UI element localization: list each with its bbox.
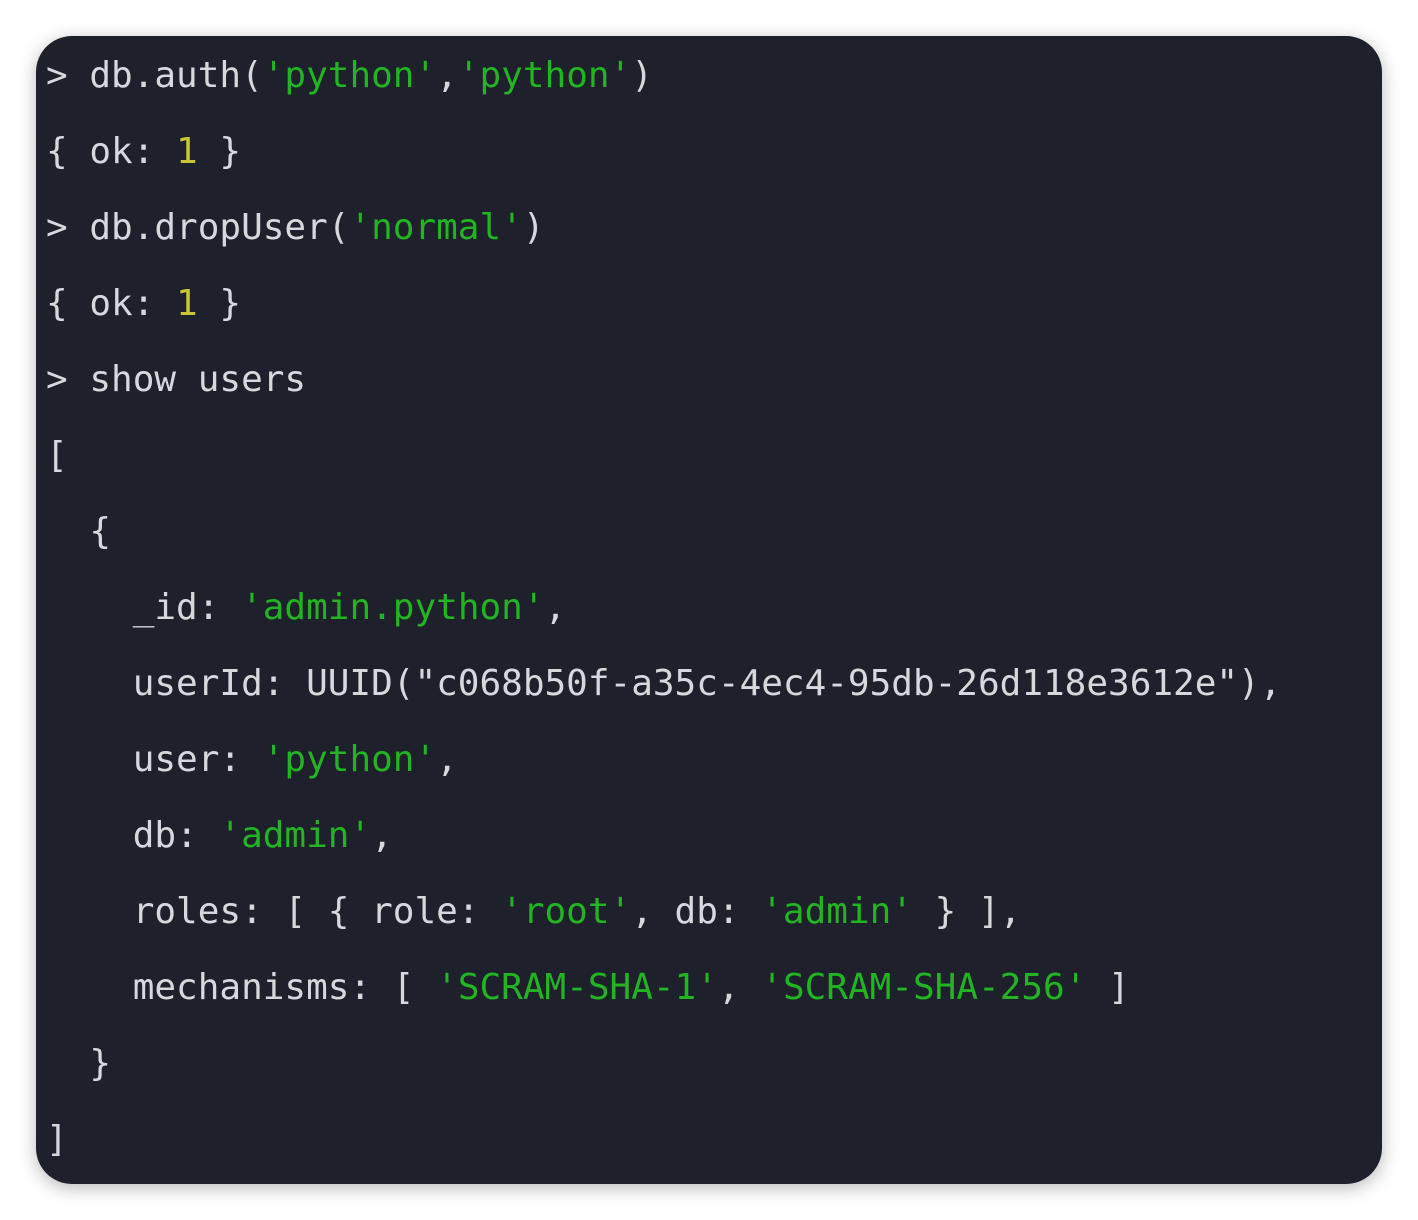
code-text: , xyxy=(544,587,567,628)
code-text: _id: xyxy=(46,587,242,628)
code-text: } xyxy=(46,1043,112,1084)
terminal-line: > db.dropUser('normal') xyxy=(46,190,545,266)
code-text: ] xyxy=(1086,967,1130,1008)
code-text: > show users xyxy=(46,359,307,400)
terminal-line: mechanisms: [ 'SCRAM-SHA-1', 'SCRAM-SHA-… xyxy=(46,950,1130,1026)
number-literal: 1 xyxy=(176,283,198,324)
code-text: userId: UUID("c068b50f-a35c-4ec4-95db-26… xyxy=(46,663,1282,704)
string-literal: 'admin' xyxy=(219,815,372,856)
code-text: , xyxy=(436,739,458,780)
code-text: , xyxy=(371,815,393,856)
terminal-line: user: 'python', xyxy=(46,722,458,798)
string-literal: 'python' xyxy=(262,55,437,96)
string-literal: 'admin.python' xyxy=(241,587,545,628)
terminal-line: > show users xyxy=(46,342,306,418)
terminal-line: > db.auth('python','python') xyxy=(46,38,653,114)
code-text: , db: xyxy=(631,891,762,932)
code-text: } ], xyxy=(912,891,1022,932)
string-literal: 'python' xyxy=(457,55,632,96)
terminal-window: > db.auth('python','python'){ ok: 1 } > d… xyxy=(36,36,1382,1184)
code-text: > db.dropUser( xyxy=(46,207,350,248)
code-text: ) xyxy=(631,55,653,96)
code-text: { ok: xyxy=(46,283,177,324)
string-literal: 'admin' xyxy=(761,891,913,932)
code-text: { xyxy=(46,511,112,552)
terminal-line: ] xyxy=(46,1102,68,1178)
code-text: user: xyxy=(46,739,263,780)
code-text: } xyxy=(197,131,242,172)
code-text: [ xyxy=(46,435,68,476)
string-literal: 'SCRAM-SHA-256' xyxy=(761,967,1087,1008)
terminal-line: db: 'admin', xyxy=(46,798,393,874)
string-literal: 'SCRAM-SHA-1' xyxy=(436,967,718,1008)
string-literal: 'normal' xyxy=(349,207,523,248)
code-text: ) xyxy=(522,207,545,248)
string-literal: 'python' xyxy=(262,739,437,780)
code-text: mechanisms: [ xyxy=(46,967,437,1008)
code-text: roles: [ { role: xyxy=(46,891,502,932)
terminal-line: [ xyxy=(46,418,68,494)
code-text: db: xyxy=(46,815,220,856)
code-text: ] xyxy=(46,1119,68,1160)
terminal-line: { ok: 1 } xyxy=(46,114,241,190)
terminal-line: userId: UUID("c068b50f-a35c-4ec4-95db-26… xyxy=(46,646,1282,722)
code-text: } xyxy=(197,283,242,324)
string-literal: 'root' xyxy=(501,891,632,932)
terminal-line: { xyxy=(46,494,111,570)
code-text: , xyxy=(717,967,762,1008)
code-text: > db.auth( xyxy=(46,55,263,96)
code-text: { ok: xyxy=(46,131,177,172)
terminal-line: { ok: 1 } xyxy=(46,266,241,342)
number-literal: 1 xyxy=(176,131,198,172)
terminal-line: roles: [ { role: 'root', db: 'admin' } ]… xyxy=(46,874,1022,950)
terminal-line: _id: 'admin.python', xyxy=(46,570,567,646)
code-text: , xyxy=(436,55,458,96)
terminal-line: } xyxy=(46,1026,111,1102)
